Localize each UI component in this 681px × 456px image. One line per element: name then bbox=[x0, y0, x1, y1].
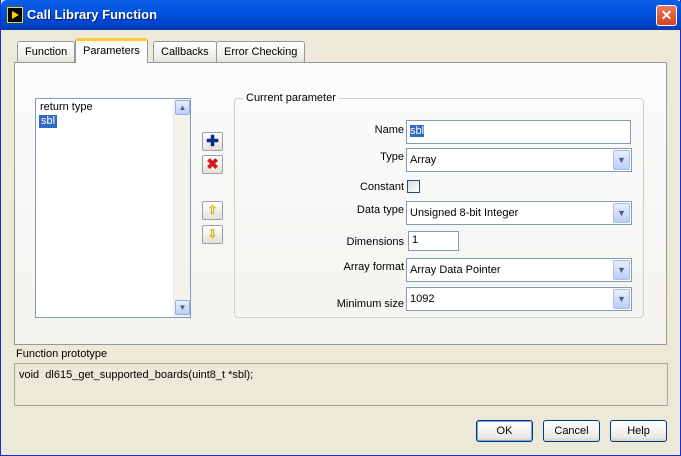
chevron-down-icon: ▼ bbox=[617, 155, 626, 165]
call-library-function-dialog: Call Library Function ✕ Function Paramet… bbox=[0, 0, 681, 456]
tab-parameters[interactable]: Parameters bbox=[75, 38, 148, 63]
list-item-return-type[interactable]: return type bbox=[40, 101, 93, 114]
add-parameter-button[interactable]: ✚ bbox=[202, 132, 223, 151]
move-up-icon: ⇧ bbox=[207, 203, 218, 217]
dimensions-label: Dimensions bbox=[346, 236, 404, 248]
current-parameter-title: Current parameter bbox=[243, 92, 339, 104]
data-type-label: Data type bbox=[356, 204, 404, 216]
dimensions-input-value: 1 bbox=[412, 234, 419, 246]
array-format-select[interactable]: Array Data Pointer ▼ bbox=[406, 258, 632, 282]
type-label: Type bbox=[380, 151, 404, 163]
move-down-button[interactable]: ⇩ bbox=[202, 225, 223, 244]
chevron-down-icon: ▼ bbox=[178, 303, 187, 312]
dimensions-input[interactable]: 1 bbox=[408, 231, 459, 251]
chevron-up-icon: ▲ bbox=[178, 103, 187, 112]
cancel-button[interactable]: Cancel bbox=[543, 420, 600, 442]
array-format-dropdown-button[interactable]: ▼ bbox=[613, 260, 630, 280]
move-up-button[interactable]: ⇧ bbox=[202, 201, 223, 220]
list-item-sbl[interactable]: sbl bbox=[39, 115, 58, 128]
title-bar[interactable]: Call Library Function ✕ bbox=[1, 0, 681, 30]
close-button[interactable]: ✕ bbox=[656, 5, 677, 26]
scroll-up-button[interactable]: ▲ bbox=[175, 100, 190, 115]
chevron-down-icon: ▼ bbox=[617, 208, 626, 218]
chevron-down-icon: ▼ bbox=[617, 265, 626, 275]
window-title: Call Library Function bbox=[27, 7, 158, 22]
minimum-size-select-value: 1092 bbox=[410, 293, 435, 305]
data-type-dropdown-button[interactable]: ▼ bbox=[613, 203, 630, 223]
tab-function[interactable]: Function bbox=[17, 41, 76, 62]
name-input[interactable]: sbl bbox=[406, 120, 631, 144]
labview-app-icon bbox=[7, 7, 23, 23]
constant-label: Constant bbox=[359, 181, 404, 193]
minimum-size-label: Minimum size bbox=[336, 298, 404, 310]
name-input-value: sbl bbox=[410, 125, 425, 137]
function-prototype-text: void dl615_get_supported_boards(uint8_t … bbox=[19, 369, 254, 381]
function-prototype-label: Function prototype bbox=[16, 348, 108, 360]
ok-button[interactable]: OK bbox=[476, 420, 533, 442]
array-format-select-value: Array Data Pointer bbox=[410, 264, 501, 276]
tab-error-checking[interactable]: Error Checking bbox=[216, 41, 306, 62]
type-dropdown-button[interactable]: ▼ bbox=[613, 150, 630, 170]
array-format-label: Array format bbox=[343, 261, 404, 273]
close-icon: ✕ bbox=[660, 7, 673, 23]
function-prototype-box: void dl615_get_supported_boards(uint8_t … bbox=[14, 363, 668, 406]
move-down-icon: ⇩ bbox=[207, 227, 218, 241]
tab-callbacks[interactable]: Callbacks bbox=[153, 41, 217, 62]
vertical-scrollbar[interactable]: ▲ ▼ bbox=[173, 99, 190, 317]
delete-icon: ✖ bbox=[206, 156, 219, 173]
help-button[interactable]: Help bbox=[610, 420, 667, 442]
type-select[interactable]: Array ▼ bbox=[406, 148, 632, 172]
constant-checkbox[interactable] bbox=[407, 180, 420, 193]
parameter-list[interactable]: return type sbl ▲ ▼ bbox=[35, 98, 191, 318]
data-type-select-value: Unsigned 8-bit Integer bbox=[410, 207, 519, 219]
chevron-down-icon: ▼ bbox=[617, 294, 626, 304]
delete-parameter-button[interactable]: ✖ bbox=[202, 155, 223, 174]
scroll-down-button[interactable]: ▼ bbox=[175, 300, 190, 315]
name-label: Name bbox=[374, 124, 404, 136]
data-type-select[interactable]: Unsigned 8-bit Integer ▼ bbox=[406, 201, 632, 225]
minimum-size-select[interactable]: 1092 ▼ bbox=[406, 287, 632, 311]
minimum-size-dropdown-button[interactable]: ▼ bbox=[613, 289, 630, 309]
type-select-value: Array bbox=[410, 154, 437, 166]
add-icon: ✚ bbox=[206, 133, 219, 150]
